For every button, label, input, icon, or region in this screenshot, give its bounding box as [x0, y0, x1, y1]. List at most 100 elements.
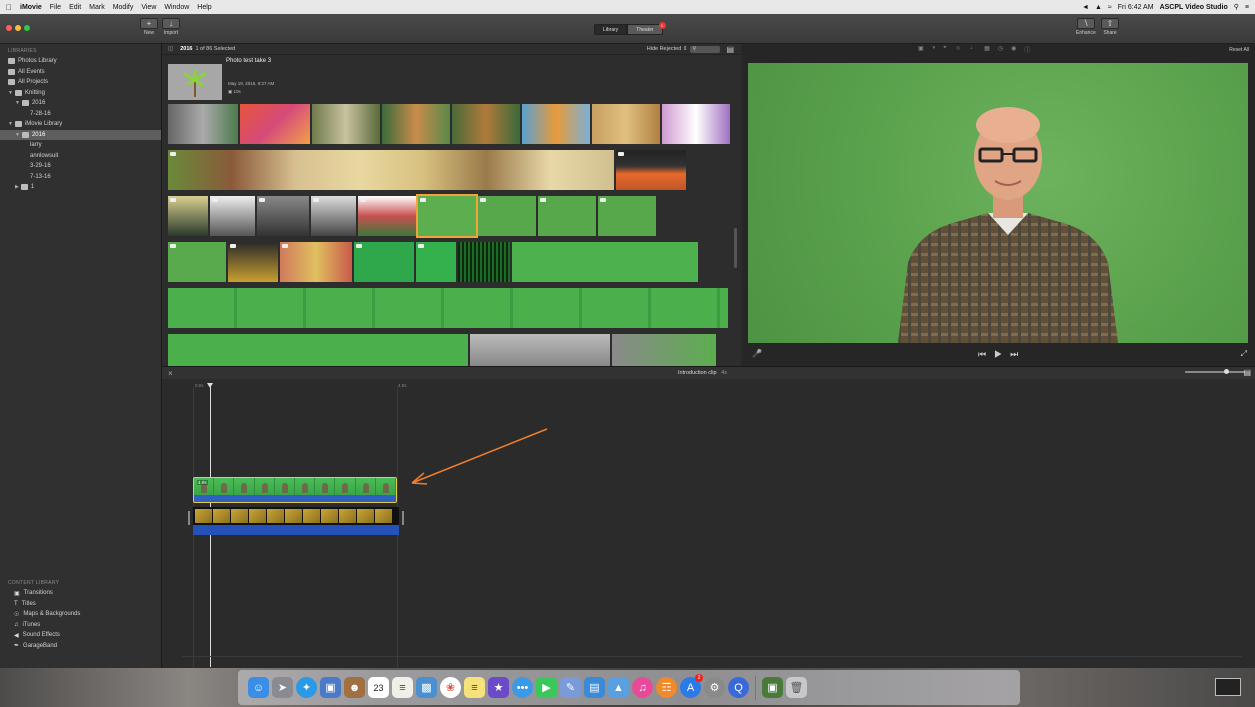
- menu-file[interactable]: File: [50, 4, 61, 11]
- trash-icon[interactable]: 🗑: [786, 677, 807, 698]
- clip-thumbnail[interactable]: [168, 196, 208, 236]
- sidebar-item[interactable]: ▼ iMovie Library: [0, 119, 161, 130]
- noise-reduction-icon[interactable]: ▦: [984, 45, 990, 54]
- clip-thumbnail[interactable]: [240, 104, 310, 144]
- keynote-icon[interactable]: ▲: [608, 677, 629, 698]
- numbers-icon[interactable]: ▤: [584, 677, 605, 698]
- clip-thumbnail[interactable]: [168, 334, 468, 366]
- ibooks-icon[interactable]: ☶: [656, 677, 677, 698]
- content-library-item[interactable]: ▣ Transitions: [0, 588, 162, 599]
- speed-icon[interactable]: ◷: [998, 45, 1003, 54]
- photo-thumbnail[interactable]: [168, 64, 222, 100]
- menu-help[interactable]: Help: [197, 4, 211, 11]
- volume-icon[interactable]: ◄: [1082, 4, 1089, 11]
- itunes-icon[interactable]: ♫: [632, 677, 653, 698]
- sidebar-item[interactable]: 7-13-16: [0, 172, 161, 183]
- skip-back-icon[interactable]: ⏮: [978, 349, 994, 359]
- clip-thumbnail[interactable]: [280, 242, 352, 282]
- clip-thumbnail[interactable]: [470, 334, 610, 366]
- sidebar-toggle-icon[interactable]: ◫: [168, 46, 173, 52]
- clip-thumbnail[interactable]: [382, 104, 450, 144]
- clip-thumbnail[interactable]: [416, 242, 456, 282]
- info-icon[interactable]: ⓘ: [1024, 45, 1030, 54]
- share-button[interactable]: ⇧ Share: [1101, 18, 1119, 36]
- sidebar-item[interactable]: ▼ 2016: [0, 98, 161, 109]
- green-screen-app-icon[interactable]: ▣: [762, 677, 783, 698]
- import-button[interactable]: ↓ Import: [162, 18, 180, 36]
- sidebar-item[interactable]: annlowsuit: [0, 151, 161, 162]
- content-library-item[interactable]: ◀ Sound Effects: [0, 630, 162, 641]
- clip-thumbnail[interactable]: [458, 242, 510, 282]
- clip-thumbnail[interactable]: [512, 242, 698, 282]
- launchpad-icon[interactable]: ➤: [272, 677, 293, 698]
- video-preview[interactable]: [748, 63, 1248, 343]
- finder-icon[interactable]: ☺: [248, 677, 269, 698]
- enhance-button[interactable]: ∖ Enhance: [1076, 18, 1096, 36]
- clip-thumbnail[interactable]: [168, 150, 614, 190]
- clip-thumbnail[interactable]: [662, 104, 730, 144]
- app-store-icon[interactable]: A2: [680, 674, 703, 698]
- notes-icon[interactable]: ≡: [392, 677, 413, 698]
- messages-icon[interactable]: •••: [512, 677, 533, 698]
- reset-all-button[interactable]: Reset All: [1229, 47, 1249, 53]
- clip-thumbnail[interactable]: [616, 150, 686, 190]
- calendar-icon[interactable]: 23: [368, 677, 389, 698]
- clip-thumbnail[interactable]: [257, 196, 309, 236]
- clip-thumbnail[interactable]: [452, 104, 520, 144]
- timeline-scrollbar[interactable]: [182, 656, 1242, 662]
- content-library-item[interactable]: ✒ GarageBand: [0, 641, 162, 652]
- disclosure-triangle-icon[interactable]: ▶: [15, 184, 19, 190]
- zoom-slider-knob[interactable]: [1224, 369, 1229, 374]
- notification-list-icon[interactable]: ≡: [1245, 4, 1249, 11]
- browser-scrollbar[interactable]: [734, 228, 737, 268]
- sidebar-item[interactable]: 7-28-16: [0, 109, 161, 120]
- clip-thumbnail[interactable]: [311, 196, 356, 236]
- clock[interactable]: Fri 6:42 AM: [1118, 4, 1154, 11]
- clip-thumbnail[interactable]: [358, 196, 416, 236]
- photos-icon[interactable]: ❀: [440, 677, 461, 698]
- apple-menu-icon[interactable]: : [6, 3, 12, 12]
- crop-icon[interactable]: ⌖: [943, 45, 946, 54]
- sidebar-item[interactable]: ▼ Knitting: [0, 88, 161, 99]
- wifi-icon[interactable]: ≈: [1108, 4, 1112, 11]
- content-library-item[interactable]: ♫ iTunes: [0, 620, 162, 631]
- filter-dropdown[interactable]: Hide Rejected ⇕: [647, 46, 688, 52]
- microphone-icon[interactable]: 🎤: [752, 349, 762, 358]
- safari-icon[interactable]: ✦: [296, 677, 317, 698]
- tab-library[interactable]: Library: [594, 24, 628, 35]
- timeline-background-clip[interactable]: [188, 507, 404, 547]
- image-capture-icon[interactable]: ▩: [416, 677, 437, 698]
- sidebar-item[interactable]: ▶ 1: [0, 182, 161, 193]
- eject-icon[interactable]: ▲: [1095, 4, 1102, 11]
- content-library-item[interactable]: ☉ Maps & Backgrounds: [0, 609, 162, 620]
- trim-handle-right[interactable]: [402, 511, 404, 525]
- menu-window[interactable]: Window: [164, 4, 189, 11]
- stabilization-icon[interactable]: ◾: [955, 45, 962, 54]
- menu-app-name[interactable]: iMovie: [20, 4, 42, 11]
- disclosure-triangle-icon[interactable]: ▼: [15, 132, 20, 138]
- close-window-button[interactable]: [6, 25, 12, 31]
- trim-handle-left[interactable]: [188, 511, 190, 525]
- sidebar-item[interactable]: All Projects: [0, 77, 161, 88]
- spotlight-icon[interactable]: ⚲: [1234, 3, 1239, 11]
- sidebar-item[interactable]: All Events: [0, 67, 161, 78]
- clip-thumbnail[interactable]: [592, 104, 660, 144]
- sidebar-item[interactable]: larry: [0, 140, 161, 151]
- clip-thumbnail[interactable]: [538, 196, 596, 236]
- clip-thumbnail[interactable]: [354, 242, 414, 282]
- sidebar-item[interactable]: ▼ 2016: [0, 129, 161, 140]
- zoom-slider[interactable]: [1185, 369, 1245, 374]
- user-name[interactable]: ASCPL Video Studio: [1160, 4, 1228, 11]
- clip-thumbnail[interactable]: [612, 334, 716, 366]
- sidebar-item[interactable]: 3-29-16: [0, 161, 161, 172]
- clip-thumbnail[interactable]: [168, 288, 728, 328]
- play-icon[interactable]: ▶: [994, 349, 1010, 359]
- color-balance-icon[interactable]: ▣: [918, 45, 924, 54]
- imovie-icon[interactable]: ★: [488, 677, 509, 698]
- disclosure-triangle-icon[interactable]: ▼: [8, 90, 13, 96]
- clip-thumbnail[interactable]: [168, 242, 226, 282]
- tab-theater[interactable]: Theater 1: [627, 22, 666, 35]
- stickies-icon[interactable]: ≡: [464, 677, 485, 698]
- contacts-icon[interactable]: ☻: [344, 677, 365, 698]
- skip-forward-icon[interactable]: ⏭: [1010, 349, 1026, 359]
